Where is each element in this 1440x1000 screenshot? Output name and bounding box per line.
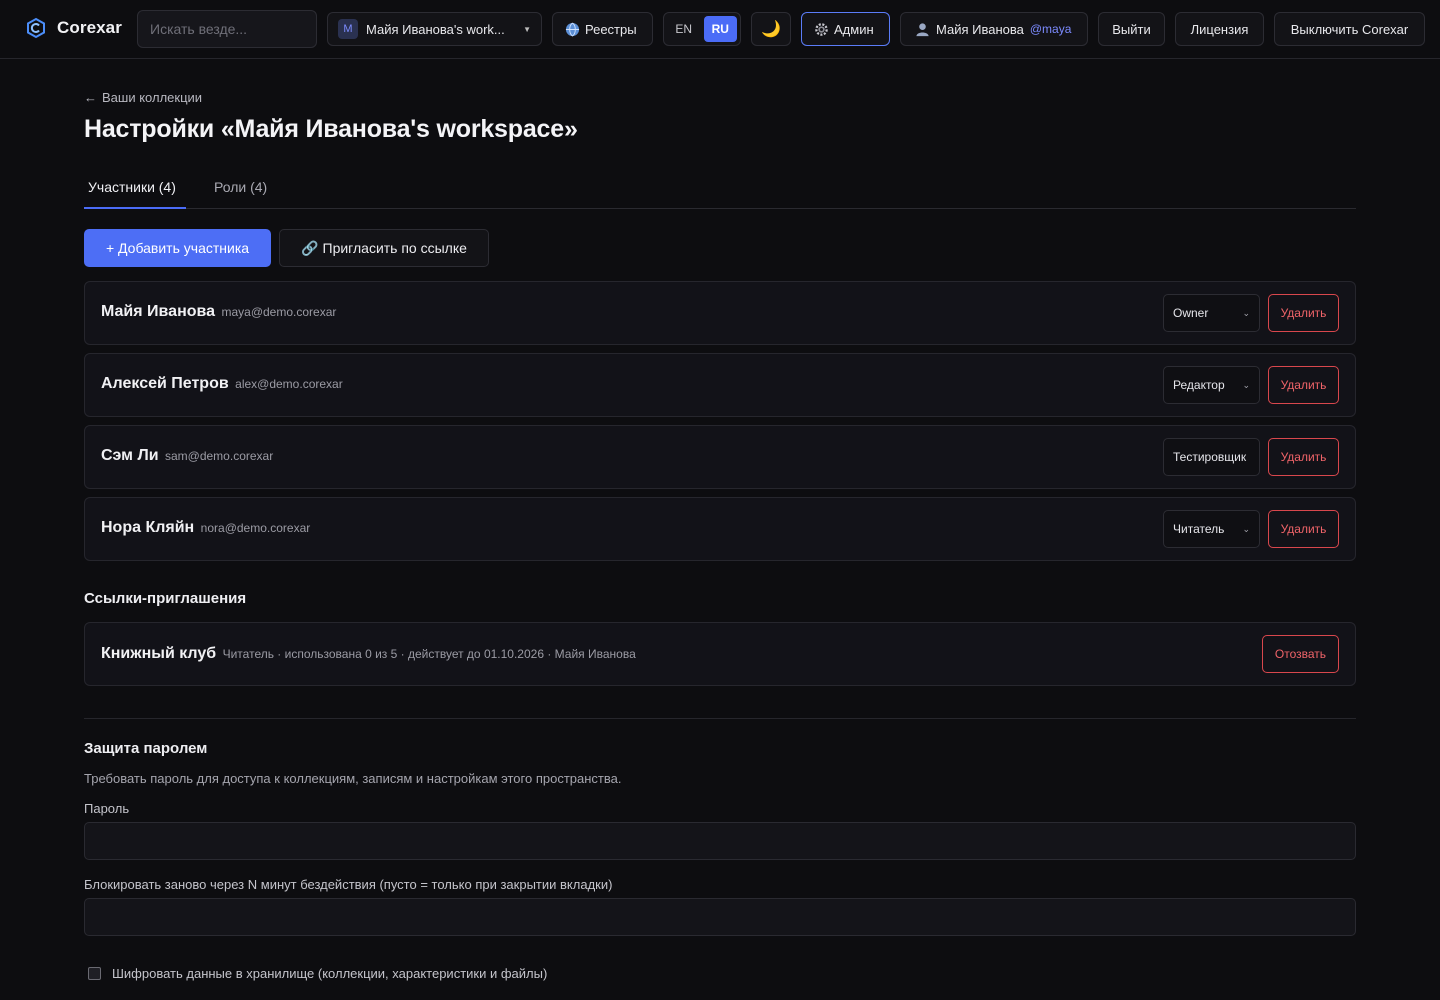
role-select[interactable]: Тестировщик <box>1163 438 1260 476</box>
user-name: Майя Иванова <box>936 21 1024 37</box>
workspace-switcher[interactable]: M Майя Иванова's work... ▼ <box>327 12 542 46</box>
delete-member-button[interactable]: Удалить <box>1268 438 1339 476</box>
role-select[interactable]: Читатель ⌄ <box>1163 510 1260 548</box>
link-icon: 🔗 <box>301 239 319 256</box>
encrypt-label: Шифровать данные в хранилище (коллекции,… <box>112 966 548 981</box>
delete-member-button[interactable]: Удалить <box>1268 366 1339 404</box>
back-link[interactable]: ← Ваши коллекции <box>84 90 202 105</box>
invite-name: Книжный клуб <box>101 645 217 662</box>
license-button[interactable]: Лицензия <box>1175 12 1264 46</box>
tab-members[interactable]: Участники (4) <box>84 172 186 209</box>
member-name: Сэм Ли <box>101 447 159 464</box>
registries-label: Реестры <box>585 21 637 37</box>
member-name-wrap: Алексей Петров alex@demo.corexar <box>101 375 343 393</box>
registries-button[interactable]: Реестры <box>552 12 653 46</box>
encrypt-checkbox[interactable] <box>88 967 101 980</box>
member-email: alex@demo.corexar <box>235 377 343 391</box>
member-name-wrap: Сэм Ли sam@demo.corexar <box>101 447 273 465</box>
lang-en-option[interactable]: EN <box>667 16 701 42</box>
member-name-wrap: Майя Иванова maya@demo.corexar <box>101 303 336 321</box>
role-select[interactable]: Редактор ⌄ <box>1163 366 1260 404</box>
app-logo[interactable]: Corexar <box>25 17 122 39</box>
moon-icon: 🌙 <box>761 21 781 38</box>
settings-tabs: Участники (4) Роли (4) <box>84 172 1356 209</box>
role-value: Читатель <box>1173 522 1225 536</box>
delete-member-button[interactable]: Удалить <box>1268 294 1339 332</box>
role-value: Тестировщик <box>1173 450 1247 464</box>
app-name: Corexar <box>57 18 122 37</box>
member-name: Майя Иванова <box>101 303 216 320</box>
search-input[interactable] <box>150 21 304 37</box>
chevron-down-icon: ⌄ <box>1242 307 1250 318</box>
password-description: Требовать пароль для доступа к коллекция… <box>84 771 622 786</box>
member-email: sam@demo.corexar <box>164 449 274 463</box>
workspace-name: Майя Иванова's work... <box>366 21 505 37</box>
invite-by-link-button[interactable]: 🔗 Пригласить по ссылке <box>279 229 489 267</box>
member-email: maya@demo.corexar <box>221 305 337 319</box>
page-title: Настройки «Майя Иванова's workspace» <box>84 115 578 143</box>
member-row: Сэм Ли sam@demo.corexar Тестировщик Удал… <box>84 425 1356 489</box>
user-handle: @maya <box>1029 22 1072 36</box>
arrow-left-icon: ← <box>84 90 97 105</box>
back-link-label: Ваши коллекции <box>102 90 203 105</box>
member-name: Нора Кляйн <box>101 519 195 536</box>
lang-ru-option[interactable]: RU <box>703 16 737 42</box>
invite-meta: Читатель · использована 0 из 5 · действу… <box>222 647 636 661</box>
language-switcher: EN RU <box>663 12 741 46</box>
invites-section-title: Ссылки-приглашения <box>84 590 247 607</box>
password-section-title: Защита паролем <box>84 740 208 757</box>
tab-roles[interactable]: Роли (4) <box>210 172 276 209</box>
member-email: nora@demo.corexar <box>200 521 311 535</box>
relock-minutes-input[interactable] <box>84 898 1356 936</box>
password-input[interactable] <box>84 822 1356 860</box>
revoke-invite-button[interactable]: Отозвать <box>1262 635 1339 673</box>
theme-toggle[interactable]: 🌙 <box>751 12 791 46</box>
delete-member-button[interactable]: Удалить <box>1268 510 1339 548</box>
section-divider <box>84 718 1356 719</box>
shutdown-button[interactable]: Выключить Corexar <box>1274 12 1425 46</box>
logout-button[interactable]: Выйти <box>1098 12 1165 46</box>
invite-name-wrap: Книжный клуб Читатель · использована 0 и… <box>101 645 636 663</box>
corexar-logo-icon <box>27 17 45 39</box>
user-menu[interactable]: Майя Иванова @maya <box>900 12 1088 46</box>
global-search[interactable] <box>137 10 317 48</box>
role-select[interactable]: Owner ⌄ <box>1163 294 1260 332</box>
relock-label: Блокировать заново через N минут бездейс… <box>84 877 613 892</box>
invite-row: Книжный клуб Читатель · использована 0 и… <box>84 622 1356 686</box>
role-value: Owner <box>1173 306 1209 320</box>
chevron-down-icon: ⌄ <box>1242 523 1250 534</box>
password-label: Пароль <box>84 801 130 816</box>
user-icon <box>916 22 929 36</box>
member-row: Майя Иванова maya@demo.corexar Owner ⌄ У… <box>84 281 1356 345</box>
encrypt-option[interactable]: Шифровать данные в хранилище (коллекции,… <box>88 966 547 981</box>
invite-by-link-label: Пригласить по ссылке <box>322 240 467 256</box>
add-member-button[interactable]: + Добавить участника <box>84 229 271 267</box>
chevron-down-icon: ⌄ <box>1242 379 1250 390</box>
member-name-wrap: Нора Кляйн nora@demo.corexar <box>101 519 310 537</box>
workspace-badge: M <box>338 19 358 39</box>
caret-down-icon: ▼ <box>523 24 531 34</box>
member-row: Алексей Петров alex@demo.corexar Редакто… <box>84 353 1356 417</box>
top-bar: Corexar M Майя Иванова's work... ▼ Реест… <box>0 0 1440 59</box>
admin-label: Админ <box>834 21 874 37</box>
gear-icon <box>815 22 828 36</box>
admin-button[interactable]: Админ <box>801 12 890 46</box>
member-name: Алексей Петров <box>101 375 229 392</box>
role-value: Редактор <box>1173 378 1225 392</box>
member-row: Нора Кляйн nora@demo.corexar Читатель ⌄ … <box>84 497 1356 561</box>
globe-icon <box>565 22 580 36</box>
